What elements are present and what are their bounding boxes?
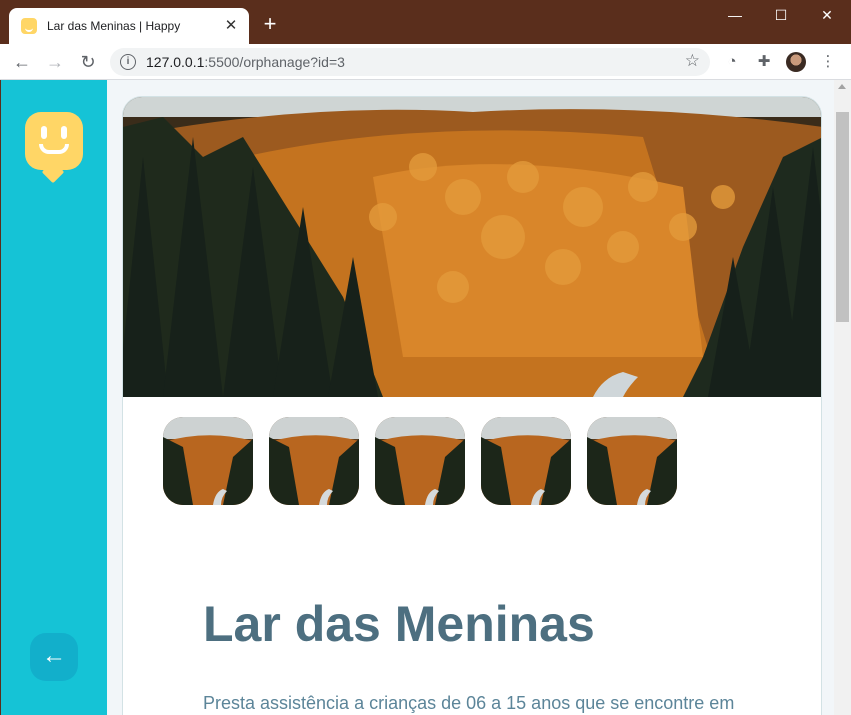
gallery-thumbnail[interactable]	[481, 417, 571, 505]
url-text: 127.0.0.1:5500/orphanage?id=3	[146, 54, 345, 70]
happy-favicon-icon	[21, 18, 37, 34]
logo-eye-left	[41, 126, 47, 139]
logo-eye-right	[61, 126, 67, 139]
site-info-icon[interactable]: i	[120, 54, 136, 70]
address-bar[interactable]: i 127.0.0.1:5500/orphanage?id=3 ☆	[110, 48, 710, 76]
puzzle-icon[interactable]: ✚	[754, 52, 774, 72]
scroll-up-arrow-icon[interactable]	[838, 84, 846, 89]
gallery-thumbnail[interactable]	[269, 417, 359, 505]
bookmark-star-icon[interactable]: ☆	[685, 51, 700, 71]
browser-titlebar: Lar das Meninas | Happy ✕ + — ☐ ✕	[0, 0, 851, 44]
orphanage-description: Presta assistência a crianças de 06 a 15…	[203, 693, 735, 713]
hero-forest-image	[123, 97, 821, 398]
back-arrow-icon[interactable]: ←	[10, 50, 34, 74]
gallery-thumbnail[interactable]	[163, 417, 253, 505]
sidebar: ←	[1, 80, 107, 715]
scrollbar-thumb[interactable]	[836, 112, 849, 322]
page-content: ← Lar das Meninas Presta assistência a c…	[1, 80, 834, 715]
thumbnail-gallery	[163, 417, 677, 505]
browser-toolbar: ← → ↻ i 127.0.0.1:5500/orphanage?id=3 ☆ …	[0, 44, 851, 80]
url-path: :5500/orphanage?id=3	[204, 54, 345, 70]
url-host: 127.0.0.1	[146, 54, 205, 70]
gallery-thumbnail[interactable]	[375, 417, 465, 505]
new-tab-button[interactable]: +	[258, 12, 282, 36]
browser-tab[interactable]: Lar das Meninas | Happy ✕	[9, 8, 249, 44]
maximize-icon[interactable]: ☐	[758, 0, 804, 30]
close-tab-icon[interactable]: ✕	[221, 16, 241, 36]
profile-avatar[interactable]	[786, 52, 806, 72]
go-back-button[interactable]: ←	[30, 633, 78, 681]
forward-arrow-icon[interactable]: →	[43, 50, 67, 74]
reload-icon[interactable]: ↻	[76, 50, 100, 74]
happy-logo-icon[interactable]	[25, 112, 83, 170]
orphanage-details-card: Lar das Meninas Presta assistência a cri…	[122, 96, 822, 715]
gallery-thumbnail[interactable]	[587, 417, 677, 505]
page-scrollbar[interactable]	[834, 80, 851, 715]
logo-mouth	[39, 144, 69, 154]
minimize-icon[interactable]: —	[712, 0, 758, 30]
tab-title: Lar das Meninas | Happy	[47, 19, 181, 33]
orphanage-title: Lar das Meninas	[203, 596, 595, 652]
window-close-icon[interactable]: ✕	[804, 0, 850, 30]
menu-kebab-icon[interactable]: ⋮	[818, 52, 838, 72]
extension-icon[interactable]: ◔	[722, 52, 742, 72]
